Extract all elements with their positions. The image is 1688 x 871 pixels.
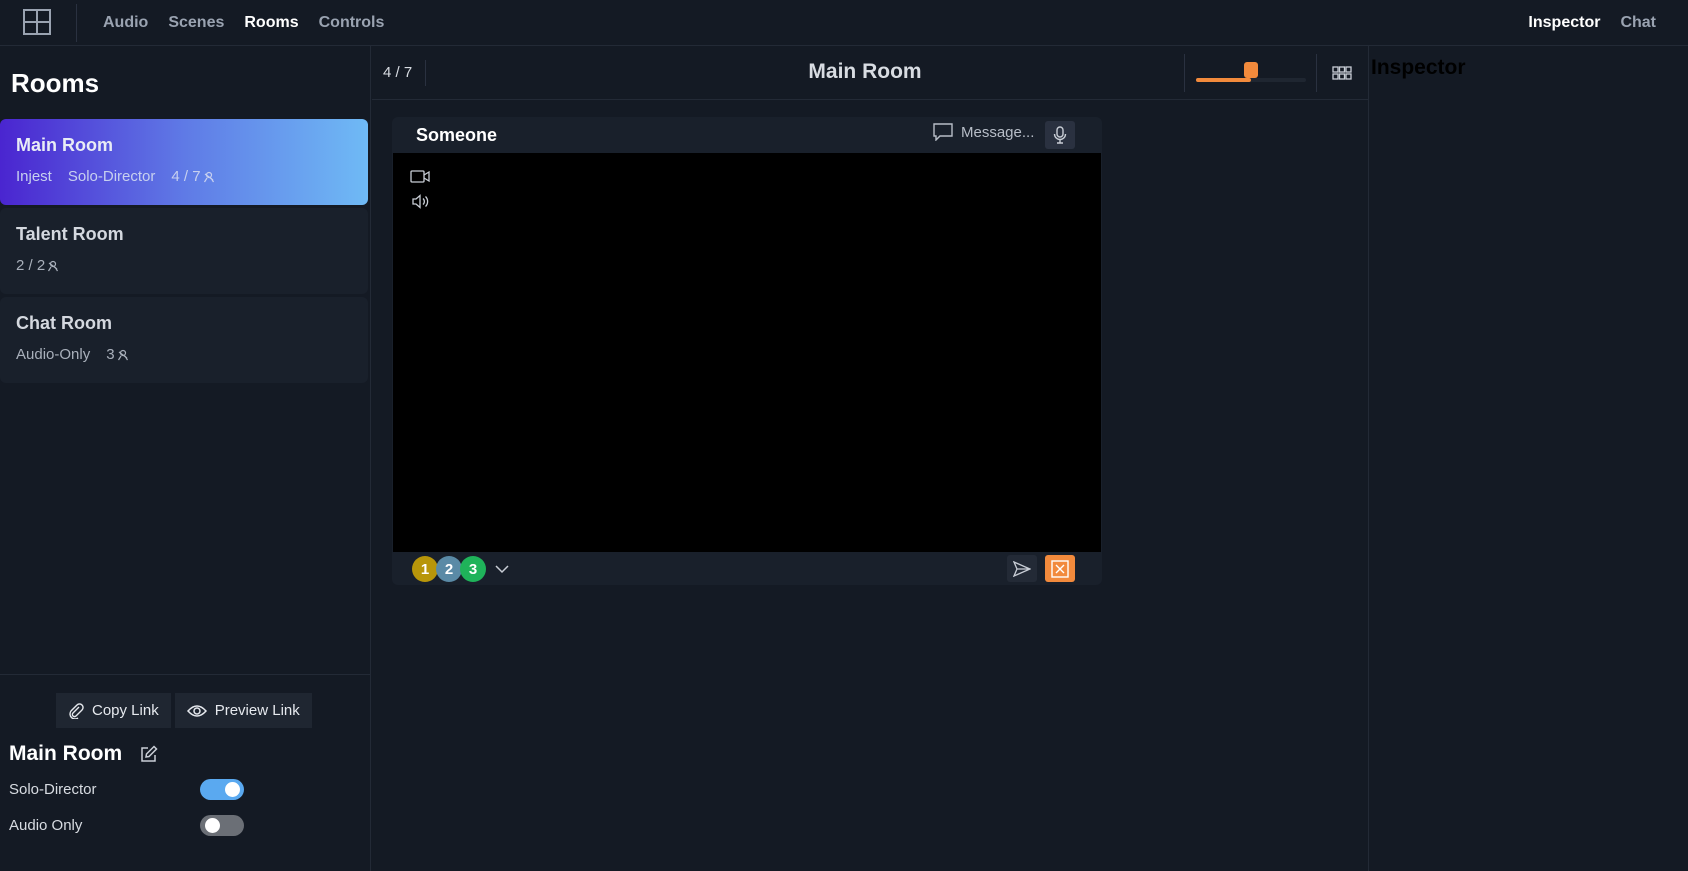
divider	[1184, 54, 1185, 92]
sidebar-title: Rooms	[11, 68, 100, 98]
chat-bubble-icon	[933, 123, 953, 141]
divider	[1316, 54, 1317, 92]
participants-icon	[48, 260, 59, 271]
room-count-value: 4 / 7	[171, 168, 201, 185]
inspector-panel: Inspector	[1368, 46, 1688, 871]
participants-icon	[117, 349, 128, 360]
top-bar: Audio Scenes Rooms Controls Inspector Ch…	[0, 0, 1688, 46]
scene-badges: 1 2 3	[412, 556, 510, 582]
edit-icon[interactable]	[140, 745, 158, 763]
remove-button[interactable]	[1045, 555, 1075, 582]
room-meta: Audio-Only 3	[16, 346, 352, 363]
room-card-main[interactable]: Main Room Injest Solo-Director 4 / 7	[0, 119, 368, 205]
scene-badge-2[interactable]: 2	[436, 556, 462, 582]
room-tag: Audio-Only	[16, 346, 91, 363]
preview-link-label: Preview Link	[214, 702, 300, 719]
main-nav: Audio Scenes Rooms Controls	[103, 0, 384, 45]
right-nav: Inspector Chat	[1528, 0, 1656, 45]
layout-grid-icon[interactable]	[20, 8, 54, 36]
participants-icon	[203, 171, 214, 182]
scene-badge-1[interactable]: 1	[412, 556, 438, 582]
room-settings-panel: Copy Link Preview Link Main Room Solo-Di…	[0, 674, 371, 871]
room-tag: Injest	[16, 168, 52, 185]
speaker-icon	[412, 194, 430, 214]
setting-label: Audio Only	[9, 817, 83, 834]
grid-view-icon[interactable]	[1332, 66, 1352, 85]
room-count: 2 / 2	[16, 257, 59, 274]
panel-footer: 1 2 3	[392, 552, 1102, 585]
inspector-title: Inspector	[1371, 56, 1466, 79]
slider-handle[interactable]	[1244, 62, 1258, 78]
setting-audio-only: Audio Only	[9, 815, 244, 836]
room-header: 4 / 7 Main Room	[372, 46, 1368, 100]
room-name: Main Room	[16, 135, 113, 155]
room-tag: Solo-Director	[67, 168, 156, 185]
room-name: Chat Room	[16, 313, 112, 333]
participant-panel: Someone Message... 1 2 3	[392, 117, 1102, 585]
send-button[interactable]	[1007, 555, 1037, 582]
video-camera-icon	[410, 170, 430, 188]
logo-divider	[76, 4, 77, 42]
nav-inspector[interactable]: Inspector	[1528, 14, 1600, 32]
room-meta: Injest Solo-Director 4 / 7	[16, 168, 352, 185]
room-card-talent[interactable]: Talent Room 2 / 2	[0, 208, 368, 294]
mic-button[interactable]	[1045, 121, 1075, 149]
room-meta: 2 / 2	[16, 257, 352, 274]
nav-rooms[interactable]: Rooms	[244, 14, 298, 32]
close-box-icon	[1051, 559, 1069, 578]
slider-fill	[1196, 78, 1251, 82]
microphone-icon	[1053, 126, 1067, 144]
nav-controls[interactable]: Controls	[319, 14, 385, 32]
room-view: 4 / 7 Main Room Someone Message... 1 2 3	[372, 46, 1368, 871]
nav-chat[interactable]: Chat	[1620, 14, 1656, 32]
room-card-chat[interactable]: Chat Room Audio-Only 3	[0, 297, 368, 383]
room-title: Main Room	[808, 60, 922, 83]
chevron-down-icon[interactable]	[494, 564, 510, 574]
copy-link-label: Copy Link	[92, 702, 159, 719]
solo-director-toggle[interactable]	[200, 779, 244, 800]
copy-link-button[interactable]: Copy Link	[56, 693, 171, 728]
panel-header: Someone Message...	[392, 117, 1102, 153]
rooms-sidebar: Rooms Main Room Injest Solo-Director 4 /…	[0, 46, 371, 871]
room-count: 4 / 7	[171, 168, 214, 185]
volume-slider[interactable]	[1196, 60, 1306, 86]
selected-room-name: Main Room	[9, 742, 123, 765]
setting-label: Solo-Director	[9, 781, 97, 798]
video-feed	[393, 153, 1101, 552]
room-name: Talent Room	[16, 224, 124, 244]
room-count-value: 2 / 2	[16, 257, 46, 274]
nav-audio[interactable]: Audio	[103, 14, 148, 32]
selected-room-header: Main Room	[9, 742, 158, 766]
audio-only-toggle[interactable]	[200, 815, 244, 836]
room-count-value: 3	[106, 346, 115, 363]
paperclip-icon	[69, 702, 84, 719]
message-placeholder: Message...	[961, 123, 1035, 141]
preview-link-button[interactable]: Preview Link	[174, 693, 312, 728]
participant-name: Someone	[416, 125, 498, 145]
room-count: 3	[106, 346, 128, 363]
eye-icon	[186, 704, 207, 717]
send-icon	[1013, 560, 1031, 577]
nav-scenes[interactable]: Scenes	[168, 14, 224, 32]
scene-badge-3[interactable]: 3	[460, 556, 486, 582]
setting-solo-director: Solo-Director	[9, 779, 244, 800]
message-button[interactable]: Message...	[933, 123, 1034, 141]
link-buttons: Copy Link Preview Link	[56, 693, 312, 728]
